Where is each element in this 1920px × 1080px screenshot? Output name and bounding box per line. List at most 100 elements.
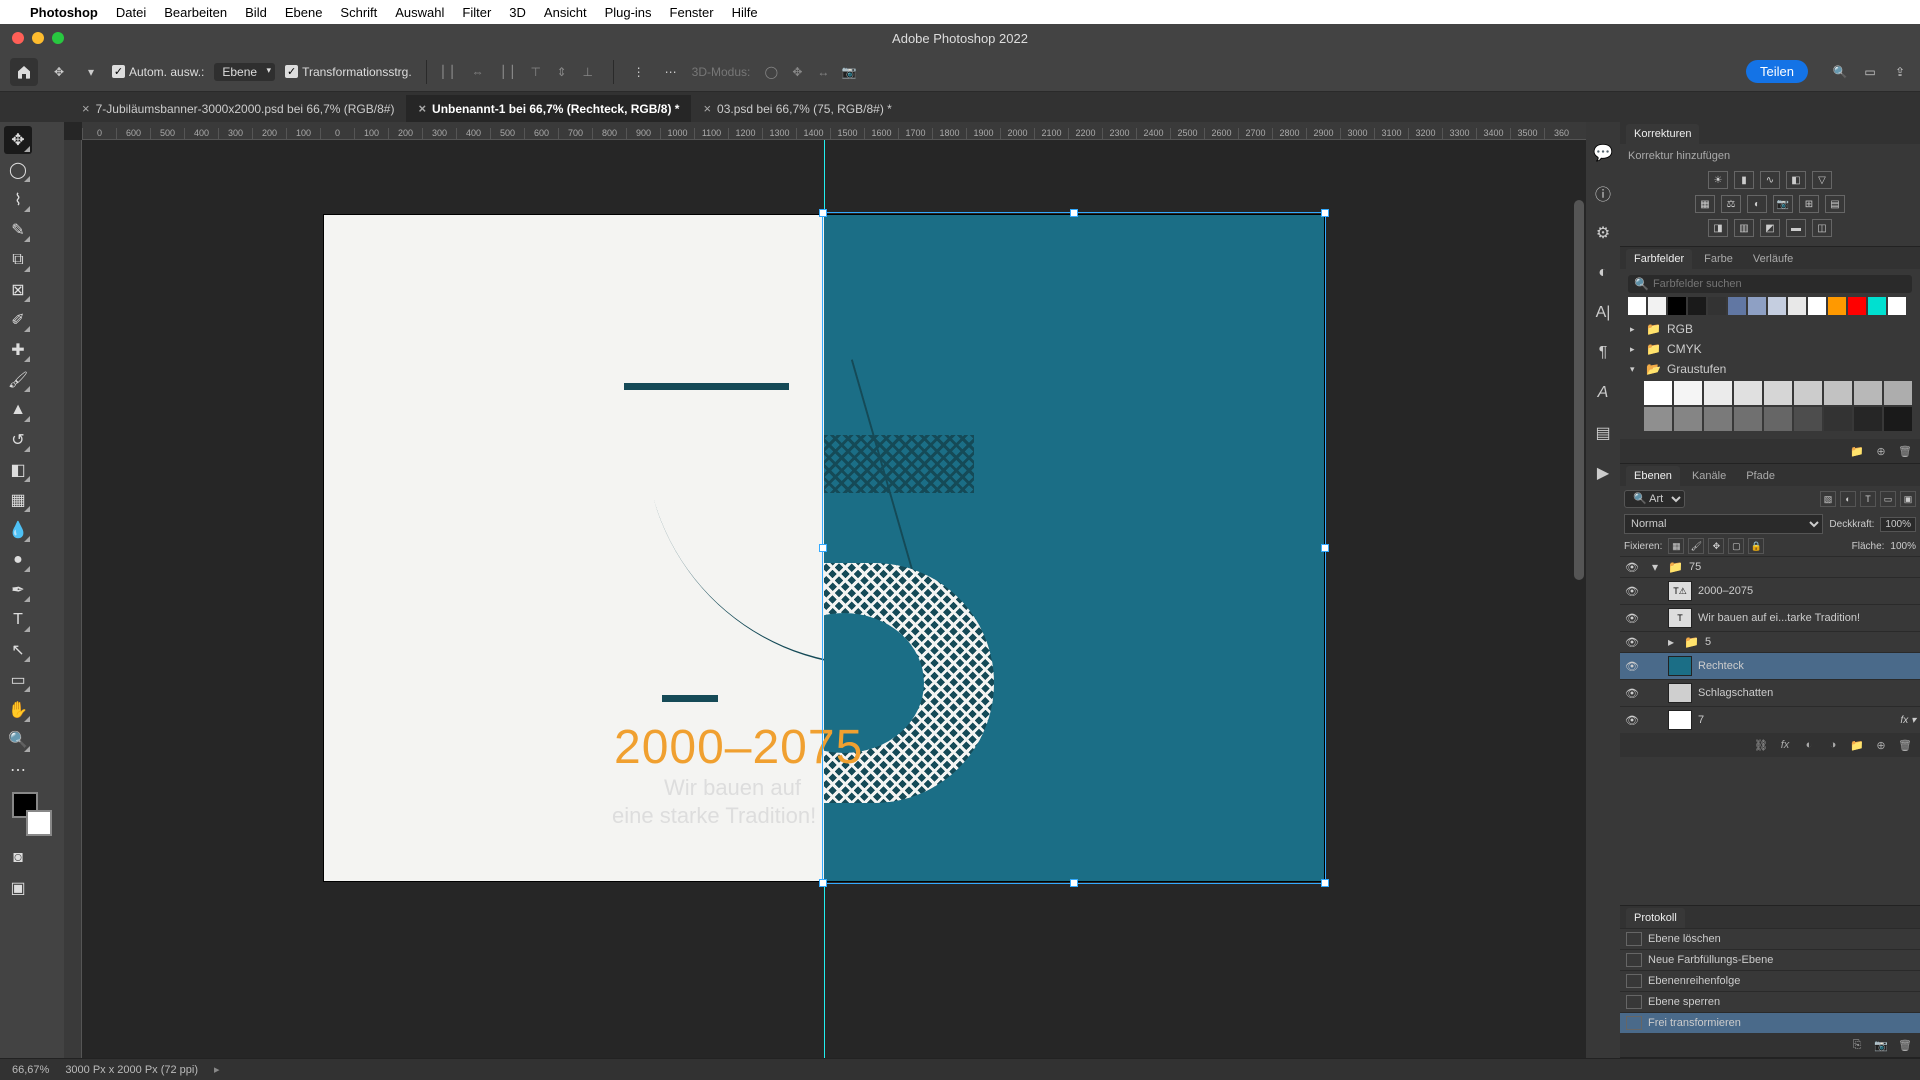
opacity-value[interactable]: 100% (1880, 517, 1916, 532)
auto-select-target[interactable]: Ebene (214, 63, 275, 81)
info-panel-icon[interactable]: ⓘ (1592, 182, 1614, 204)
panel-tab-kanaele[interactable]: Kanäle (1684, 466, 1734, 486)
blend-mode-select[interactable]: Normal (1624, 514, 1823, 534)
adj-hue-icon[interactable]: ▦ (1695, 195, 1715, 213)
paragraph-panel-icon[interactable]: ¶ (1592, 342, 1614, 364)
menu-hilfe[interactable]: Hilfe (732, 5, 758, 20)
layer-name[interactable]: Rechteck (1698, 660, 1916, 672)
swatch[interactable] (1824, 407, 1852, 431)
eraser-tool[interactable]: ◧ (4, 456, 32, 484)
transform-handle[interactable] (1321, 879, 1329, 887)
status-zoom[interactable]: 66,67% (12, 1064, 49, 1076)
adj-selective-icon[interactable]: ◫ (1812, 219, 1832, 237)
panel-tab-pfade[interactable]: Pfade (1738, 466, 1783, 486)
move-tool[interactable]: ✥ (4, 126, 32, 154)
filter-type-icon[interactable]: T (1860, 491, 1876, 507)
menu-ansicht[interactable]: Ansicht (544, 5, 587, 20)
adj-photo-filter-icon[interactable]: 📷 (1773, 195, 1793, 213)
ruler-horizontal[interactable]: 0600500400300200100010020030040050060070… (82, 122, 1586, 140)
brush-tool[interactable]: 🖌 (4, 366, 32, 394)
frame-tool[interactable]: ⊠ (4, 276, 32, 304)
layer-visibility-icon[interactable]: 👁 (1624, 561, 1640, 574)
layer-visibility-icon[interactable]: 👁 (1624, 687, 1640, 700)
quick-mask-icon[interactable]: ◙ (4, 844, 32, 872)
align-left-icon[interactable]: ▏▏ (441, 61, 463, 83)
align-vcenter-icon[interactable]: ⇕ (551, 61, 573, 83)
adj-exposure-icon[interactable]: ◧ (1786, 171, 1806, 189)
adj-gradient-map-icon[interactable]: ▬ (1786, 219, 1806, 237)
swatch[interactable] (1794, 381, 1822, 405)
swatch-folder-cmyk[interactable]: ▸📁CMYK (1628, 339, 1912, 359)
swatch-search-input[interactable] (1653, 278, 1906, 290)
swatch[interactable] (1674, 407, 1702, 431)
history-camera-icon[interactable]: 📷 (1872, 1037, 1890, 1053)
swatch[interactable] (1674, 381, 1702, 405)
adj-curves-icon[interactable]: ∿ (1760, 171, 1780, 189)
lock-artboard-icon[interactable]: ▢ (1728, 538, 1744, 554)
swatch[interactable] (1708, 297, 1726, 315)
window-minimize-icon[interactable] (32, 32, 44, 44)
swatch[interactable] (1734, 407, 1762, 431)
transform-controls-checkbox[interactable]: ✓Transformationsstrg. (285, 65, 412, 79)
swatch[interactable] (1748, 297, 1766, 315)
layer-mask-icon[interactable]: ◐ (1800, 737, 1818, 753)
history-item[interactable]: Ebene löschen (1620, 928, 1920, 949)
filter-adjust-icon[interactable]: ◐ (1840, 491, 1856, 507)
status-dimensions[interactable]: 3000 Px x 2000 Px (72 ppi) (65, 1064, 198, 1076)
delete-layer-icon[interactable]: 🗑 (1896, 737, 1914, 753)
filter-pixel-icon[interactable]: ▧ (1820, 491, 1836, 507)
transform-handle[interactable] (819, 879, 827, 887)
tab-close-icon[interactable]: × (703, 101, 711, 116)
adj-invert-icon[interactable]: ◨ (1708, 219, 1728, 237)
lock-pixels-icon[interactable]: 🖌 (1688, 538, 1704, 554)
3d-slide-icon[interactable]: ↔ (812, 61, 834, 83)
properties-panel-icon[interactable]: ⚙ (1592, 222, 1614, 244)
transform-handle[interactable] (1321, 209, 1329, 217)
new-layer-icon[interactable]: ⊕ (1872, 737, 1890, 753)
gradient-tool[interactable]: ▦ (4, 486, 32, 514)
document-tab[interactable]: ×7-Jubiläumsbanner-3000x2000.psd bei 66,… (70, 95, 406, 122)
adj-brightness-icon[interactable]: ☀ (1708, 171, 1728, 189)
transform-handle[interactable] (1321, 544, 1329, 552)
menu-ebene[interactable]: Ebene (285, 5, 323, 20)
window-maximize-icon[interactable] (52, 32, 64, 44)
new-group-icon[interactable]: 📁 (1848, 737, 1866, 753)
edit-toolbar-icon[interactable]: ⋯ (4, 756, 32, 784)
adj-bw-icon[interactable]: ◐ (1747, 195, 1767, 213)
foreground-background-colors[interactable] (8, 792, 56, 836)
filter-smart-icon[interactable]: ▣ (1900, 491, 1916, 507)
menu-fenster[interactable]: Fenster (670, 5, 714, 20)
swatch[interactable] (1644, 407, 1672, 431)
swatch[interactable] (1768, 297, 1786, 315)
new-fill-icon[interactable]: ◑ (1824, 737, 1842, 753)
swatch-search[interactable]: 🔍 (1628, 275, 1912, 293)
swatch[interactable] (1848, 297, 1866, 315)
swatch[interactable] (1728, 297, 1746, 315)
adj-lookup-icon[interactable]: ▤ (1825, 195, 1845, 213)
transform-handle[interactable] (819, 544, 827, 552)
swatch[interactable] (1704, 381, 1732, 405)
layer-row[interactable]: 👁T⚠2000–2075 (1620, 577, 1920, 604)
lock-position-icon[interactable]: ✥ (1708, 538, 1724, 554)
artboard-tool[interactable]: ◯ (4, 156, 32, 184)
document-tab[interactable]: ×Unbenannt-1 bei 66,7% (Rechteck, RGB/8)… (406, 95, 691, 122)
tab-close-icon[interactable]: × (82, 101, 90, 116)
link-layers-icon[interactable]: ⛓ (1752, 737, 1770, 753)
document-tab[interactable]: ×03.psd bei 66,7% (75, RGB/8#) * (691, 95, 903, 122)
swatch[interactable] (1884, 381, 1912, 405)
panel-tab-farbe[interactable]: Farbe (1696, 249, 1741, 269)
canvas[interactable]: 2000–2075 Wir bauen auf eine starke Trad… (82, 140, 1586, 1058)
swatch[interactable] (1854, 407, 1882, 431)
align-right-icon[interactable]: ▕▕ (493, 61, 515, 83)
healing-tool[interactable]: ✚ (4, 336, 32, 364)
distribute-icon[interactable]: ⋮ (628, 61, 650, 83)
adj-posterize-icon[interactable]: ▥ (1734, 219, 1754, 237)
actions-panel-icon[interactable]: ▶ (1592, 462, 1614, 484)
swatch[interactable] (1764, 407, 1792, 431)
align-top-icon[interactable]: ⊤ (525, 61, 547, 83)
layer-visibility-icon[interactable]: 👁 (1624, 585, 1640, 598)
menu-bild[interactable]: Bild (245, 5, 267, 20)
swatch[interactable] (1788, 297, 1806, 315)
adj-threshold-icon[interactable]: ◩ (1760, 219, 1780, 237)
panel-tab-verlaeufe[interactable]: Verläufe (1745, 249, 1801, 269)
